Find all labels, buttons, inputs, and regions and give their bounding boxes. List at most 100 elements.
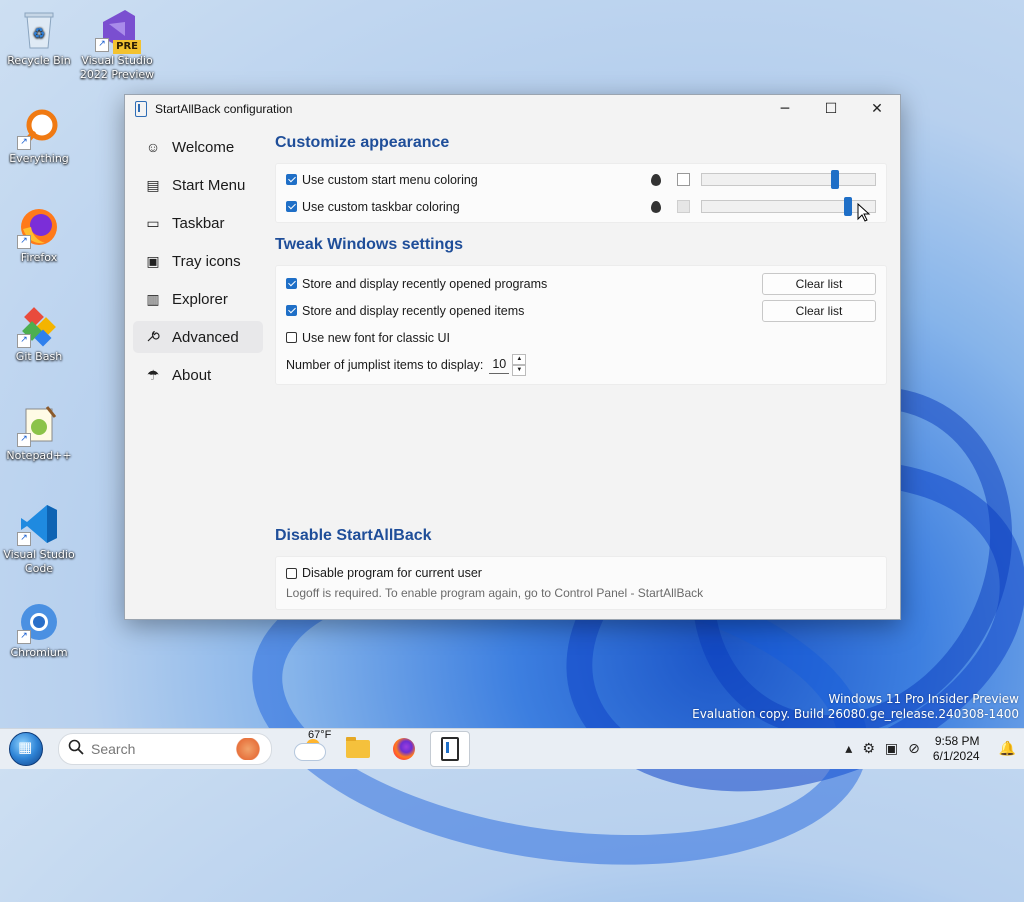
- network-offline-icon[interactable]: ⊘: [908, 741, 920, 757]
- section-title-tweak-windows: Tweak Windows settings: [275, 236, 464, 253]
- weather-temperature: 67°F: [308, 729, 332, 741]
- window-titlebar[interactable]: StartAllBack configuration ─ ☐ ✕: [125, 95, 900, 123]
- search-highlight-art: [231, 738, 265, 760]
- start-menu-opacity-slider[interactable]: [701, 170, 876, 189]
- sidebar-item-tray-icons[interactable]: ▣ Tray icons: [133, 245, 263, 277]
- shortcut-arrow-icon: ↗: [17, 532, 31, 546]
- folder-icon: [346, 737, 370, 758]
- recent-items-checkbox[interactable]: [286, 305, 297, 316]
- start-button[interactable]: [9, 732, 43, 766]
- new-font-checkbox[interactable]: [286, 332, 297, 343]
- sidebar-item-label: About: [172, 366, 212, 384]
- taskbar-search[interactable]: Search: [58, 733, 272, 765]
- search-placeholder: Search: [91, 741, 136, 757]
- desktop-icon-visual-studio[interactable]: PRE ↗ Visual Studio 2022 Preview: [79, 8, 155, 82]
- settings-content: Customize appearance Use custom start me…: [275, 131, 887, 610]
- desktop-icon-label: Code: [24, 562, 54, 575]
- desktop-icon-notepad-plus-plus[interactable]: ↗ Notepad++: [1, 403, 77, 463]
- taskbar-color-swatch[interactable]: [677, 200, 690, 213]
- desktop-icon-label: Git Bash: [15, 350, 63, 363]
- clear-recent-items-button[interactable]: Clear list: [762, 299, 876, 322]
- color-drop-icon[interactable]: [651, 200, 661, 213]
- slider-thumb[interactable]: [831, 170, 839, 189]
- desktop-icon-vscode[interactable]: ↗ Visual Studio Code: [1, 502, 77, 576]
- startallback-app-icon: [135, 101, 147, 117]
- desktop-icon-label: Visual Studio: [81, 54, 153, 67]
- os-watermark: Windows 11 Pro Insider Preview Evaluatio…: [692, 692, 1019, 722]
- start-menu-color-swatch[interactable]: [677, 173, 690, 186]
- recent-programs-checkbox[interactable]: [286, 278, 297, 289]
- desktop-icon-label: 2022 Preview: [79, 68, 155, 81]
- startallback-icon: [441, 737, 459, 761]
- everything-search-icon: ↗: [17, 106, 61, 150]
- watermark-line: Evaluation copy. Build 26080.ge_release.…: [692, 707, 1019, 721]
- desktop-icon-git-bash[interactable]: ↗ Git Bash: [1, 304, 77, 364]
- wrench-icon: [143, 329, 163, 346]
- shortcut-arrow-icon: ↗: [95, 38, 109, 52]
- sidebar-item-label: Explorer: [172, 290, 228, 308]
- taskbar-file-explorer[interactable]: [338, 731, 378, 767]
- recent-items-label[interactable]: Store and display recently opened items: [302, 304, 524, 318]
- jumplist-count-value[interactable]: 10: [489, 355, 510, 374]
- display-icon[interactable]: ▣: [885, 741, 898, 757]
- jumplist-label: Number of jumplist items to display:: [286, 357, 484, 372]
- taskbar-coloring-label[interactable]: Use custom taskbar coloring: [302, 200, 460, 214]
- sidebar-item-label: Taskbar: [172, 214, 225, 232]
- new-font-label[interactable]: Use new font for classic UI: [302, 331, 450, 345]
- stepper-up-icon[interactable]: ▲: [512, 353, 527, 365]
- disable-user-checkbox[interactable]: [286, 567, 297, 579]
- desktop-icon-chromium[interactable]: ↗ Chromium: [1, 600, 77, 660]
- about-icon: ☂: [146, 366, 160, 383]
- weather-widget[interactable]: 67°F: [292, 729, 332, 767]
- start-menu-coloring-checkbox[interactable]: [286, 174, 297, 185]
- notification-bell-icon[interactable]: 🔔: [999, 741, 1016, 757]
- sidebar-item-taskbar[interactable]: ▭ Taskbar: [133, 207, 263, 239]
- appearance-card: Use custom start menu coloring Use custo…: [275, 163, 887, 223]
- taskbar-opacity-slider[interactable]: [701, 197, 876, 216]
- taskbar-firefox[interactable]: [384, 731, 424, 767]
- sidebar-item-advanced[interactable]: Advanced: [133, 321, 263, 353]
- start-menu-icon: ▤: [146, 176, 160, 193]
- sidebar-item-start-menu[interactable]: ▤ Start Menu: [133, 169, 263, 201]
- start-menu-coloring-row: Use custom start menu coloring: [286, 166, 876, 193]
- system-clock[interactable]: 9:58 PM 6/1/2024: [933, 734, 980, 764]
- desktop-icon-label: Visual Studio: [3, 548, 75, 561]
- mouse-cursor-icon: [857, 203, 871, 222]
- disable-user-row: Disable program for current user: [286, 561, 876, 585]
- taskbar-coloring-checkbox[interactable]: [286, 201, 297, 212]
- chevron-up-icon[interactable]: ▴: [845, 741, 852, 757]
- sidebar-item-label: Tray icons: [172, 252, 241, 270]
- desktop-icon-everything[interactable]: ↗ Everything: [1, 106, 77, 166]
- disable-user-label[interactable]: Disable program for current user: [302, 566, 482, 580]
- taskbar: Search 67°F ▴ ⚙ ▣ ⊘ 9:58 PM 6/1/2024 🔔: [0, 728, 1024, 769]
- recent-items-row: Store and display recently opened items …: [286, 297, 876, 324]
- clear-recent-programs-button[interactable]: Clear list: [762, 272, 876, 295]
- desktop-icon-label: Everything: [9, 152, 69, 165]
- section-title-customize-appearance: Customize appearance: [275, 134, 450, 151]
- disable-card: Disable program for current user Logoff …: [275, 556, 887, 610]
- taskbar-startallback[interactable]: [430, 731, 470, 767]
- git-bash-icon: ↗: [17, 304, 61, 348]
- sidebar-item-about[interactable]: ☂ About: [133, 359, 263, 391]
- desktop-icon-recycle-bin[interactable]: ♻ Recycle Bin: [1, 8, 77, 68]
- jumplist-count-stepper[interactable]: 10 ▲ ▼: [489, 353, 527, 376]
- explorer-icon: ▥: [146, 290, 160, 307]
- sidebar-item-label: Welcome: [172, 138, 235, 156]
- sidebar-item-explorer[interactable]: ▥ Explorer: [133, 283, 263, 315]
- sidebar-item-welcome[interactable]: ☺ Welcome: [133, 131, 263, 163]
- minimize-button[interactable]: ─: [762, 95, 808, 123]
- slider-thumb[interactable]: [844, 197, 852, 216]
- start-menu-coloring-label[interactable]: Use custom start menu coloring: [302, 173, 478, 187]
- stepper-down-icon[interactable]: ▼: [512, 364, 527, 376]
- close-button[interactable]: ✕: [854, 95, 900, 123]
- settings-gear-icon[interactable]: ⚙: [862, 741, 875, 757]
- maximize-button[interactable]: ☐: [808, 95, 854, 123]
- desktop-icon-firefox[interactable]: ↗ Firefox: [1, 205, 77, 265]
- stepper-arrows[interactable]: ▲ ▼: [512, 353, 527, 376]
- color-drop-icon[interactable]: [651, 173, 661, 186]
- sidebar-item-label: Start Menu: [172, 176, 246, 194]
- sidebar-nav: ☺ Welcome ▤ Start Menu ▭ Taskbar ▣ Tray …: [133, 131, 263, 397]
- recent-programs-label[interactable]: Store and display recently opened progra…: [302, 277, 547, 291]
- shortcut-arrow-icon: ↗: [17, 136, 31, 150]
- watermark-line: Windows 11 Pro Insider Preview: [828, 692, 1019, 706]
